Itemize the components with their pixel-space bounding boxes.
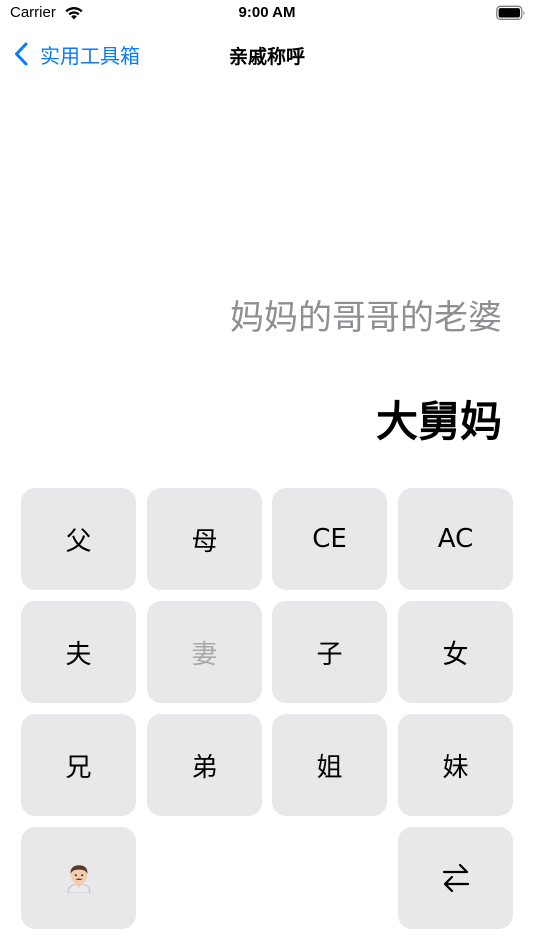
key-swap[interactable]: [398, 827, 513, 929]
navigation-bar: 实用工具箱 亲戚称呼: [0, 28, 534, 80]
key-husband[interactable]: 夫: [21, 601, 136, 703]
key-gender-toggle[interactable]: [21, 827, 136, 929]
key-daughter[interactable]: 女: [398, 601, 513, 703]
key-son[interactable]: 子: [272, 601, 387, 703]
page-title: 亲戚称呼: [228, 46, 305, 68]
relation-result: 大舅妈: [375, 397, 502, 446]
key-elder-brother[interactable]: 兄: [21, 714, 136, 816]
swap-arrows-icon: [442, 863, 469, 893]
key-elder-sister[interactable]: 姐: [272, 714, 387, 816]
status-time: 9:00 AM: [238, 4, 296, 21]
key-father[interactable]: 父: [21, 488, 136, 590]
key-wife[interactable]: 妻: [147, 601, 262, 703]
status-bar: Carrier 9:00 AM: [0, 0, 534, 28]
battery-icon: [496, 5, 525, 20]
relation-expression: 妈妈的哥哥的老婆: [230, 298, 502, 338]
key-all-clear[interactable]: AC: [398, 488, 513, 590]
key-mother[interactable]: 母: [147, 488, 262, 590]
man-avatar-icon: [67, 865, 90, 893]
key-clear-entry[interactable]: CE: [272, 488, 387, 590]
key-younger-brother[interactable]: 弟: [147, 714, 262, 816]
key-younger-sister[interactable]: 妹: [398, 714, 513, 816]
